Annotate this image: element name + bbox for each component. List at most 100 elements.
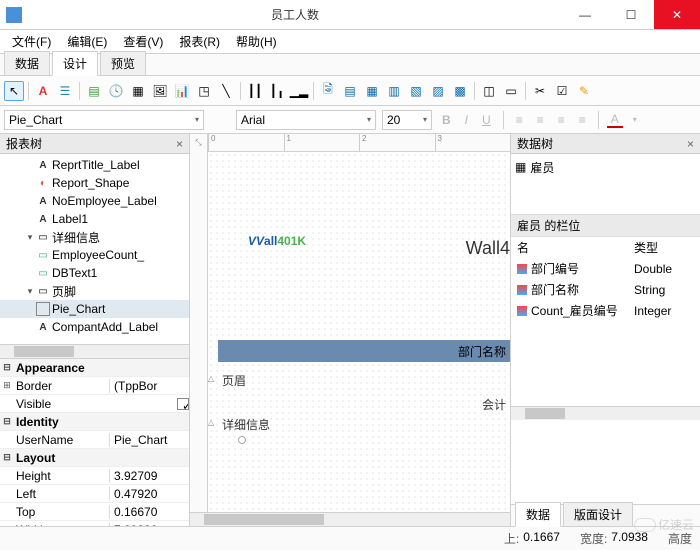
data-tree[interactable]: ▦ 雇员	[511, 154, 700, 214]
report-tree[interactable]: AReprtTitle_Label◐Report_ShapeANoEmploye…	[0, 154, 189, 344]
font-size-selector[interactable]: 20 ▾	[382, 110, 432, 130]
data-tree-item[interactable]: ▦ 雇员	[515, 158, 696, 176]
prop-cat-layout[interactable]: Layout	[14, 451, 189, 465]
chart-tool-icon[interactable]: 📊	[172, 81, 192, 101]
tree-item[interactable]: Pie_Chart	[0, 300, 189, 318]
highlight-tool-icon[interactable]: ✎	[574, 81, 594, 101]
band-collapse-icon[interactable]: △	[208, 374, 214, 383]
richtext-tool-icon[interactable]: ▤	[84, 81, 104, 101]
object-selector[interactable]: Pie_Chart ▾	[4, 110, 204, 130]
band-collapse-icon[interactable]: △	[208, 418, 214, 427]
field-row[interactable]: 部门名称String	[511, 279, 700, 300]
prop-top[interactable]: Top	[14, 505, 109, 519]
tree-item[interactable]: AReprtTitle_Label	[0, 156, 189, 174]
tree-item[interactable]: ▭DBText1	[0, 264, 189, 282]
italic-button[interactable]: I	[461, 113, 472, 127]
prop-cat-identity[interactable]: Identity	[14, 415, 189, 429]
dbchart-tool-icon[interactable]: ▨	[428, 81, 448, 101]
tab-design[interactable]: 设计	[52, 51, 98, 76]
tree-item[interactable]: ▾▭页脚	[0, 282, 189, 300]
band-detail-label[interactable]: 详细信息	[222, 416, 270, 433]
pagebreak-tool-icon[interactable]: ✂	[530, 81, 550, 101]
prop-cat-appearance[interactable]: Appearance	[14, 361, 189, 375]
barcode-tool-icon[interactable]: ┃┃	[245, 81, 265, 101]
report-tree-title: 报表树	[6, 135, 42, 152]
close-icon[interactable]: ×	[687, 137, 694, 151]
design-surface[interactable]: VVall401K Wall4 部门名称 △ 页眉 会计 △ 详细信息	[208, 152, 510, 512]
close-button[interactable]: ✕	[654, 0, 700, 29]
canvas-h-scrollbar[interactable]	[190, 512, 510, 526]
band-icon: ▭	[36, 230, 50, 244]
field-row[interactable]: Count_雇员编号Integer	[511, 300, 700, 321]
dbrich-tool-icon[interactable]: ▦	[362, 81, 382, 101]
logo[interactable]: VVall401K	[248, 212, 306, 254]
menu-report[interactable]: 报表(R)	[171, 31, 228, 52]
close-icon[interactable]: ×	[176, 137, 183, 151]
property-grid[interactable]: ⊟Appearance ⊞Border(TppBor Visible✓ ⊟Ide…	[0, 358, 189, 526]
underline-button[interactable]: U	[478, 113, 495, 127]
calc-tool-icon[interactable]: ▦	[128, 81, 148, 101]
maximize-button[interactable]: ☐	[608, 0, 654, 29]
prop-width[interactable]: Width	[14, 523, 109, 527]
tree-item[interactable]: ANoEmployee_Label	[0, 192, 189, 210]
menu-file[interactable]: 文件(F)	[4, 31, 59, 52]
dbtext-tool-icon[interactable]: 🗟	[318, 81, 338, 101]
logo-subtitle[interactable]: Wall4	[466, 238, 510, 259]
line-tool-icon[interactable]: ╲	[216, 81, 236, 101]
memo-tool-icon[interactable]: ☰	[55, 81, 75, 101]
menu-help[interactable]: 帮助(H)	[228, 31, 285, 52]
align-right-icon[interactable]: ≡	[554, 113, 569, 127]
tab-data[interactable]: 数据	[4, 51, 50, 75]
align-left-icon[interactable]: ≡	[512, 113, 527, 127]
tab-preview[interactable]: 预览	[100, 51, 146, 75]
prop-border[interactable]: Border	[14, 379, 109, 393]
pointer-tool-icon[interactable]: ↖	[4, 81, 24, 101]
chevron-down-icon[interactable]: ▾	[629, 115, 641, 124]
prop-height[interactable]: Height	[14, 469, 109, 483]
dbbarcode-tool-icon[interactable]: ▩	[450, 81, 470, 101]
tree-item[interactable]: ◐Report_Shape	[0, 174, 189, 192]
menu-edit[interactable]: 编辑(E)	[59, 31, 115, 52]
image-tool-icon[interactable]: 🖼	[150, 81, 170, 101]
right-tab-layout[interactable]: 版面设计	[563, 502, 633, 526]
menu-view[interactable]: 查看(V)	[115, 31, 171, 52]
fields-list[interactable]: 部门编号Double部门名称StringCount_雇员编号Integer	[511, 258, 700, 321]
sample-text[interactable]: 会计	[482, 396, 506, 413]
bargraph-tool-icon[interactable]: ▁▂	[289, 81, 309, 101]
checkbox-tool-icon[interactable]: ☑	[552, 81, 572, 101]
align-justify-icon[interactable]: ≡	[575, 113, 590, 127]
tree-scrollbar[interactable]	[0, 344, 189, 358]
A-icon: A	[36, 158, 50, 172]
right-tabs: 数据 版面设计	[511, 504, 700, 526]
tree-item[interactable]: ▭EmployeeCount_	[0, 246, 189, 264]
region-tool-icon[interactable]: ◫	[479, 81, 499, 101]
chart-placeholder-icon[interactable]	[238, 436, 246, 444]
subreport-tool-icon[interactable]: ▭	[501, 81, 521, 101]
visible-checkbox[interactable]: ✓	[177, 398, 189, 410]
status-height-label: 高度	[668, 530, 692, 547]
right-scrollbar[interactable]	[511, 406, 700, 420]
shape-tool-icon[interactable]: ◳	[194, 81, 214, 101]
band-header-label[interactable]: 页眉	[222, 372, 246, 389]
right-tab-data[interactable]: 数据	[515, 502, 561, 527]
tree-item[interactable]: ACompantAdd_Label	[0, 318, 189, 336]
align-center-icon[interactable]: ≡	[533, 113, 548, 127]
label-tool-icon[interactable]: A	[33, 81, 53, 101]
dbcalc-tool-icon[interactable]: ▥	[384, 81, 404, 101]
field-row[interactable]: 部门编号Double	[511, 258, 700, 279]
barcode2-tool-icon[interactable]: ┃╻	[267, 81, 287, 101]
bold-button[interactable]: B	[438, 113, 455, 127]
column-header-bar[interactable]: 部门名称	[218, 340, 510, 362]
dbmemo-tool-icon[interactable]: ▤	[340, 81, 360, 101]
chevron-down-icon: ▾	[195, 115, 199, 124]
prop-visible[interactable]: Visible	[14, 397, 173, 411]
prop-left[interactable]: Left	[14, 487, 109, 501]
tree-item[interactable]: ▾▭详细信息	[0, 228, 189, 246]
font-selector[interactable]: Arial ▾	[236, 110, 376, 130]
date-tool-icon[interactable]: 🕓	[106, 81, 126, 101]
font-color-button[interactable]: A	[607, 112, 623, 128]
tree-item[interactable]: ALabel1	[0, 210, 189, 228]
minimize-button[interactable]: —	[562, 0, 608, 29]
prop-username[interactable]: UserName	[14, 433, 109, 447]
dbimage-tool-icon[interactable]: ▧	[406, 81, 426, 101]
